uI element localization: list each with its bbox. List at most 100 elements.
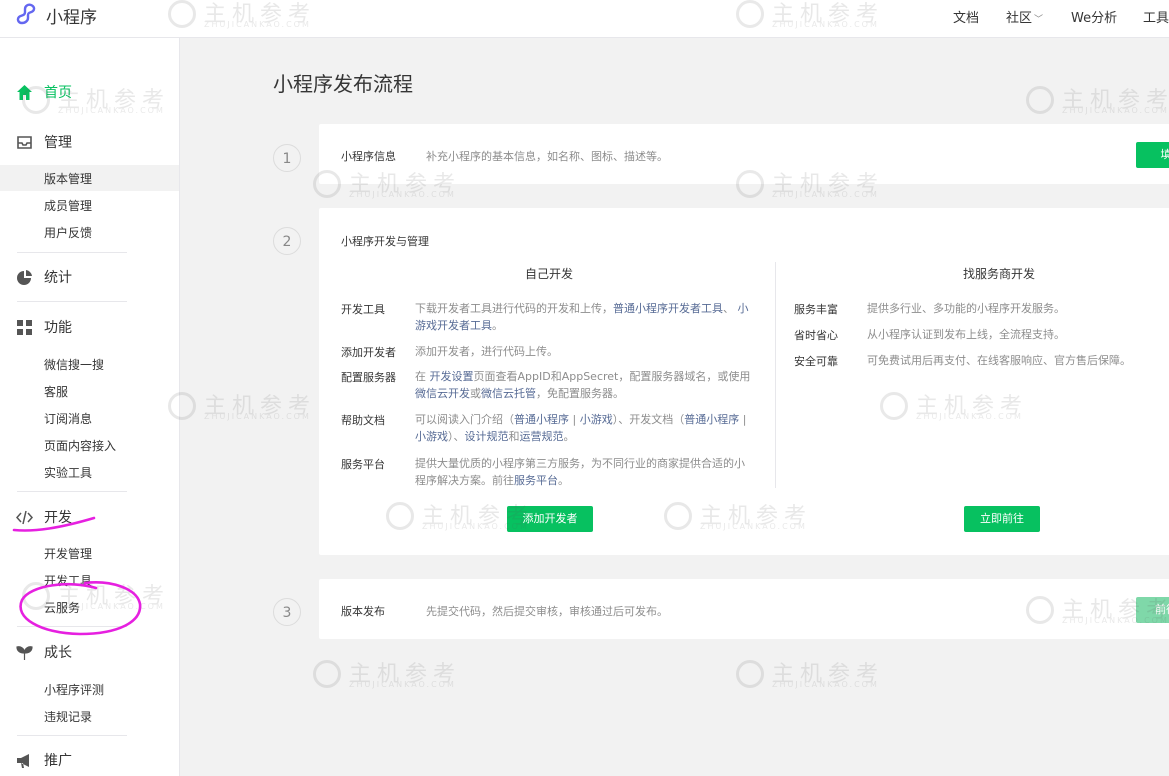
nav-we-analysis[interactable]: We分析 — [1071, 7, 1117, 26]
sidebar-item-version-manage[interactable]: 版本管理 — [0, 165, 179, 191]
sidebar-item-label: 违规记录 — [44, 710, 93, 724]
step-card-dev: 小程序开发与管理 自己开发 开发工具 下载开发者工具进行代码的开发和上传，普通小… — [319, 208, 1169, 555]
design-spec-link[interactable]: 设计规范 — [465, 430, 509, 443]
sidebar-item-label: 订阅消息 — [44, 412, 93, 426]
sidebar-item-label: 客服 — [44, 385, 69, 399]
go-now-button[interactable]: 立即前往 — [964, 506, 1040, 532]
step-number: 1 — [273, 144, 301, 172]
mini-program-logo-icon[interactable] — [16, 3, 40, 25]
fill-info-button[interactable]: 填 — [1136, 142, 1169, 168]
intro-mini-program-link[interactable]: 普通小程序 — [514, 413, 569, 426]
add-developer-button[interactable]: 添加开发者 — [507, 506, 593, 532]
sidebar-section-growth[interactable]: 成长 — [0, 640, 179, 664]
nav-docs[interactable]: 文档 — [953, 7, 979, 26]
watermark-sub: ZHUJICANKAO.COM — [1062, 106, 1169, 115]
sidebar-item-page-content[interactable]: 页面内容接入 — [0, 432, 179, 458]
ops-spec-link[interactable]: 运营规范 — [520, 430, 564, 443]
sidebar-item-dev-tools[interactable]: 开发工具 — [0, 567, 179, 593]
sidebar-item-label: 开发管理 — [44, 547, 93, 561]
sidebar-section-label: 功能 — [44, 320, 72, 336]
dev-settings-link[interactable]: 开发设置 — [430, 370, 474, 383]
inbox-icon — [17, 136, 32, 149]
row-label: 帮助文档 — [341, 414, 385, 427]
dev-tool-link[interactable]: 普通小程序开发者工具 — [613, 302, 723, 315]
row-text: 提供多行业、多功能的小程序开发服务。 — [867, 302, 1065, 315]
sidebar-item-dev-manage[interactable]: 开发管理 — [0, 540, 179, 566]
cloud-hosting-link[interactable]: 微信云托管 — [481, 387, 536, 400]
step-card-info: 小程序信息 补充小程序的基本信息，如名称、图标、描述等。 填 — [319, 124, 1169, 184]
watermark-sub: ZHUJICANKAO.COM — [772, 190, 879, 199]
sidebar-item-customer-service[interactable]: 客服 — [0, 378, 179, 404]
sidebar-section-label: 统计 — [44, 270, 72, 286]
sidebar-section-label: 成长 — [44, 645, 72, 661]
sidebar-item-evaluation[interactable]: 小程序评测 — [0, 676, 179, 702]
sidebar-item-label: 版本管理 — [44, 172, 93, 186]
row-text-part: ）、 — [448, 430, 465, 443]
row-text: 下载开发者工具进行代码的开发和上传，普通小程序开发者工具、 小游戏开发者工具。 — [415, 300, 755, 334]
sidebar-divider — [17, 252, 127, 253]
sidebar-item-user-feedback[interactable]: 用户反馈 — [0, 219, 179, 245]
sidebar-section-dev[interactable]: 开发 — [0, 505, 179, 529]
sidebar-item-label: 首页 — [44, 85, 72, 101]
step-title: 小程序开发与管理 — [341, 235, 429, 248]
row-text: 从小程序认证到发布上线，全流程支持。 — [867, 328, 1065, 341]
sidebar-section-manage[interactable]: 管理 — [0, 130, 179, 154]
watermark-sub: ZHUJICANKAO.COM — [349, 190, 456, 199]
row-text-part: 或 — [470, 387, 481, 400]
row-text-part: 可以阅读入门介绍（ — [415, 413, 514, 426]
sidebar-section-features[interactable]: 功能 — [0, 315, 179, 339]
row-label: 省时省心 — [794, 329, 838, 342]
go-release-button[interactable]: 前往 — [1136, 597, 1169, 623]
watermark-sub: ZHUJICANKAO.COM — [204, 412, 311, 421]
sprout-icon — [16, 646, 33, 660]
cloud-dev-link[interactable]: 微信云开发 — [415, 387, 470, 400]
sidebar-item-label: 实验工具 — [44, 466, 93, 480]
app-title[interactable]: 小程序 — [46, 3, 97, 28]
step-desc: 先提交代码，然后提交审核，审核通过后可发布。 — [426, 605, 668, 618]
row-label: 服务平台 — [341, 458, 385, 471]
top-bar: 小程序 文档 社区 ﹀ We分析 工具 — [0, 0, 1169, 38]
service-platform-link[interactable]: 服务平台 — [514, 474, 558, 487]
sidebar-item-label: 页面内容接入 — [44, 439, 117, 453]
sidebar-divider — [17, 735, 127, 736]
sidebar-section-stats[interactable]: 统计 — [0, 265, 179, 289]
sidebar-section-label: 推广 — [44, 753, 72, 769]
sidebar-section-promo[interactable]: 推广 — [0, 748, 179, 772]
sidebar-item-label: 云服务 — [44, 601, 81, 615]
sidebar-item-home[interactable]: 首页 — [0, 80, 179, 104]
watermark-text: 主机参考 — [349, 662, 462, 687]
sidebar-item-cloud-service[interactable]: 云服务 — [0, 594, 179, 620]
pie-chart-icon — [17, 270, 32, 285]
watermark-logo-icon — [736, 660, 764, 688]
sidebar-section-label: 管理 — [44, 135, 72, 151]
column-divider — [775, 262, 776, 488]
row-label: 开发工具 — [341, 303, 385, 316]
watermark-sub: ZHUJICANKAO.COM — [772, 680, 879, 689]
row-text-part: | — [739, 413, 747, 426]
nav-community[interactable]: 社区 ﹀ — [1006, 7, 1043, 26]
sidebar-item-violations[interactable]: 违规记录 — [0, 703, 179, 729]
row-text-part: 页面查看AppID和AppSecret，配置服务器域名，或使用 — [473, 370, 751, 383]
sidebar-item-experiment-tools[interactable]: 实验工具 — [0, 459, 179, 485]
sidebar-item-member-manage[interactable]: 成员管理 — [0, 192, 179, 218]
row-text-part: ）、开发文档（ — [612, 413, 685, 426]
intro-game-link[interactable]: 小游戏 — [580, 413, 613, 426]
watermark-sub: ZHUJICANKAO.COM — [349, 680, 456, 689]
code-icon — [16, 510, 33, 525]
row-label: 添加开发者 — [341, 346, 396, 359]
sidebar-item-label: 微信搜一搜 — [44, 358, 105, 372]
self-dev-heading: 自己开发 — [524, 267, 573, 281]
row-text-part: 、 — [723, 302, 734, 315]
docs-game-link[interactable]: 小游戏 — [415, 430, 448, 443]
row-text-part: 。 — [492, 319, 503, 332]
row-text: 添加开发者，进行代码上传。 — [415, 345, 558, 358]
sidebar-item-wechat-search[interactable]: 微信搜一搜 — [0, 351, 179, 377]
step-title: 小程序信息 — [341, 150, 396, 163]
sidebar-item-label: 用户反馈 — [44, 226, 93, 240]
row-text-part: 。 — [558, 474, 569, 487]
step-card-release: 版本发布 先提交代码，然后提交审核，审核通过后可发布。 前往 — [319, 579, 1169, 639]
sidebar-item-subscribe-message[interactable]: 订阅消息 — [0, 405, 179, 431]
row-text-part: 提供大量优质的小程序第三方服务，为不同行业的商家提供合适的小程序解决方案。前往 — [415, 457, 745, 487]
docs-mini-program-link[interactable]: 普通小程序 — [684, 413, 739, 426]
nav-tools[interactable]: 工具 — [1143, 7, 1169, 26]
